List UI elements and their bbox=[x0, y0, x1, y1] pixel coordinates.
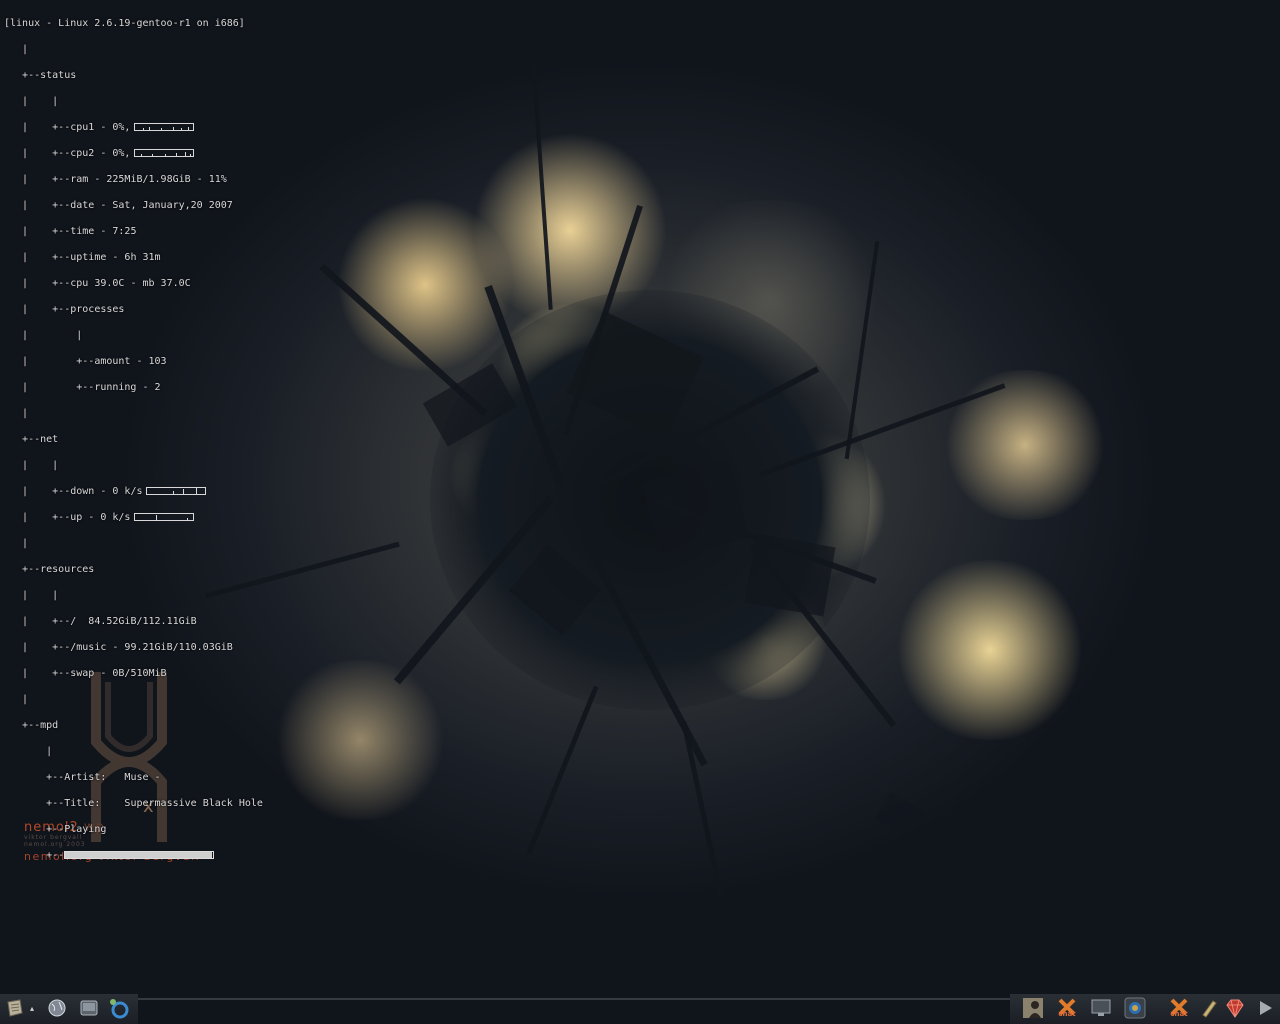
uptime-readout: uptime - 6h 31m bbox=[70, 252, 161, 263]
cpu2-readout: cpu2 - 0%, bbox=[70, 148, 131, 159]
cpu1-readout: cpu1 - 0%, bbox=[70, 122, 131, 133]
fs-root-readout: / 84.52GiB/112.11GiB bbox=[70, 616, 197, 627]
pen-icon[interactable] bbox=[1198, 997, 1220, 1019]
chevron-up-icon[interactable]: ▴ bbox=[26, 997, 38, 1019]
globe-icon[interactable] bbox=[46, 997, 68, 1019]
net-up-readout: up - 0 k/s bbox=[70, 512, 131, 523]
time-readout: time - 7:25 bbox=[70, 226, 137, 237]
taskbar-separator bbox=[138, 998, 1010, 1000]
net-down-graph bbox=[146, 487, 207, 495]
menu-icon[interactable] bbox=[4, 997, 26, 1019]
resources-section-label: resources bbox=[40, 564, 95, 575]
swap-readout: swap - 0B/510MiB bbox=[70, 668, 167, 679]
mpd-artist-readout: Artist: Muse - bbox=[64, 772, 161, 783]
gem-icon[interactable] bbox=[1224, 997, 1246, 1019]
mpd-progress-bar bbox=[64, 851, 215, 859]
ram-readout: ram - 225MiB/1.98GiB - 11% bbox=[70, 174, 227, 185]
date-readout: date - Sat, January,20 2007 bbox=[70, 200, 233, 211]
chat-label: chat bbox=[1170, 1010, 1188, 1018]
processes-label: processes bbox=[70, 304, 125, 315]
cpu1-graph bbox=[134, 123, 195, 131]
fs-music-readout: /music - 99.21GiB/110.03GiB bbox=[70, 642, 233, 653]
temperature-readout: cpu 39.0C - mb 37.0C bbox=[70, 278, 191, 289]
mpd-state-readout: Playing bbox=[64, 824, 107, 835]
play-icon[interactable] bbox=[1254, 997, 1276, 1019]
network-icon[interactable] bbox=[108, 997, 130, 1019]
panel-left: ▴ bbox=[0, 994, 138, 1024]
user-icon[interactable] bbox=[1022, 997, 1044, 1019]
net-section-label: net bbox=[40, 434, 59, 445]
net-down-readout: down - 0 k/s bbox=[70, 486, 143, 497]
conky-header: [linux - Linux 2.6.19-gentoo-r1 on i686] bbox=[4, 18, 245, 29]
process-amount-readout: amount - 103 bbox=[94, 356, 167, 367]
chat-icon[interactable]: chat bbox=[1168, 997, 1190, 1019]
status-section-label: status bbox=[40, 70, 77, 81]
process-running-readout: running - 2 bbox=[94, 382, 161, 393]
terminal-icon[interactable] bbox=[78, 997, 100, 1019]
conky-monitor: [linux - Linux 2.6.19-gentoo-r1 on i686]… bbox=[4, 18, 263, 861]
panel-right: chat chat bbox=[1010, 994, 1280, 1024]
chat-icon[interactable]: chat bbox=[1056, 997, 1078, 1019]
net-up-graph bbox=[134, 513, 195, 521]
mpd-progress-fill bbox=[65, 852, 212, 858]
chat-label: chat bbox=[1058, 1010, 1076, 1018]
display-icon[interactable] bbox=[1124, 997, 1146, 1019]
cpu2-graph bbox=[134, 149, 195, 157]
mpd-section-label: mpd bbox=[40, 720, 59, 731]
mpd-title-readout: Title: Supermassive Black Hole bbox=[64, 798, 263, 809]
monitor-icon[interactable] bbox=[1090, 997, 1112, 1019]
